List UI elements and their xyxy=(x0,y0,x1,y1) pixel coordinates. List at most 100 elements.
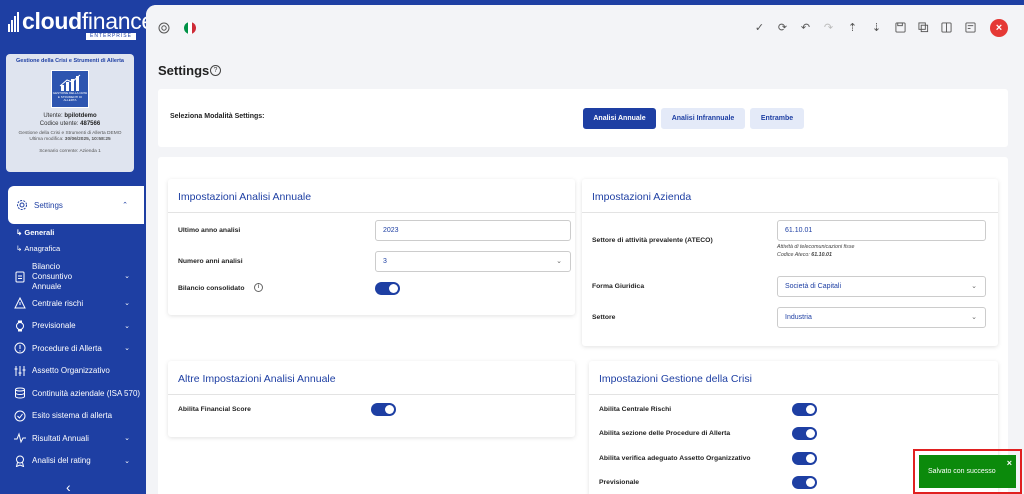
user-card-title: Gestione della Crisi e Strumenti di Alle… xyxy=(16,58,124,64)
collapse-sidebar-icon[interactable]: ‹ xyxy=(66,479,71,494)
last-edit-line: Ultima modifica: 30/06/2025, 10:58:25 xyxy=(29,137,111,142)
info-icon[interactable]: i xyxy=(254,283,263,292)
other-annual-card: Altre Impostazioni Analisi Annuale Abili… xyxy=(168,361,575,437)
user-code: 487566 xyxy=(80,120,101,127)
document-icon xyxy=(15,271,25,283)
layout-icon[interactable] xyxy=(964,22,977,35)
mode-panel: Seleziona Modalità Settings: Analisi Ann… xyxy=(158,89,1008,147)
mode-button-infra-annual[interactable]: Analisi Infrannuale xyxy=(661,108,745,129)
sidebar-item-centrale-rischi[interactable]: Centrale rischi ⌄ xyxy=(6,292,146,315)
sidebar-item-settings-open: Settings ⌃ xyxy=(8,186,144,224)
annual-settings-card: Impostazioni Analisi Annuale Ultimo anno… xyxy=(168,179,575,315)
page-title: Settings xyxy=(158,63,210,78)
help-icon[interactable]: ? xyxy=(210,65,221,76)
sidebar-item-esito[interactable]: Esito sistema di allerta xyxy=(6,405,146,428)
chevron-down-icon: ⌄ xyxy=(124,273,130,280)
close-icon[interactable]: × xyxy=(1007,447,1012,480)
mode-button-both[interactable]: Entrambe xyxy=(750,108,804,129)
centrale-rischi-toggle[interactable] xyxy=(792,403,817,416)
num-years-select[interactable]: 3 ⌄ xyxy=(375,251,571,272)
consolidated-label: Bilancio consolidato xyxy=(178,285,245,292)
previsionale-toggle[interactable] xyxy=(792,476,817,489)
last-year-input[interactable]: 2023 xyxy=(375,220,571,241)
sidebar-item-rating[interactable]: Analisi del rating ⌄ xyxy=(6,450,146,473)
legal-form-label: Forma Giuridica xyxy=(592,283,645,290)
assetto-toggle[interactable] xyxy=(792,452,817,465)
sidebar-item-settings-label: Settings xyxy=(34,200,63,210)
support-icon[interactable] xyxy=(157,22,170,35)
sidebar-item-risultati[interactable]: Risultati Annuali ⌄ xyxy=(6,427,146,450)
crisis-toggle-label: Abilita sezione delle Procedure di Aller… xyxy=(599,430,731,437)
legal-form-select[interactable]: Società di Capitali ⌄ xyxy=(777,276,986,297)
sidebar: cloudfinance ENTERPRISE Gestione della C… xyxy=(0,0,146,494)
last-edit: 30/06/2025, 10:58:25 xyxy=(64,137,111,142)
download-icon[interactable]: ⇣ xyxy=(870,22,883,35)
sidebar-item-label: Assetto Organizzativo xyxy=(32,366,110,376)
toast-highlight: Salvato con successo × xyxy=(913,449,1022,494)
chevron-down-icon: ⌄ xyxy=(556,258,562,265)
sidebar-item-assetto[interactable]: Assetto Organizzativo xyxy=(6,360,146,383)
ateco-code: 61.10.01 xyxy=(811,252,832,258)
sidebar-item-continuita[interactable]: Continuità aziendale (ISA 570) xyxy=(6,382,146,405)
split-view-icon[interactable] xyxy=(940,22,953,35)
undo-icon[interactable]: ↶ xyxy=(799,22,812,35)
company-settings-card: Impostazioni Azienda Settore di attività… xyxy=(582,179,998,346)
financial-score-toggle[interactable] xyxy=(371,403,396,416)
username: bpilotdemo xyxy=(64,112,97,119)
sidebar-item-procedure-allerta[interactable]: Procedure di Allerta ⌄ xyxy=(6,337,146,360)
sidebar-subitem-anagrafica[interactable]: ↳ Anagrafica xyxy=(6,240,146,256)
brand-name-bold: cloud xyxy=(22,8,82,34)
italian-flag-icon[interactable] xyxy=(184,22,196,34)
copy-icon[interactable] xyxy=(917,22,930,35)
sidebar-item-label: Bilancio Consuntivo Annuale xyxy=(32,262,73,291)
chevron-down-icon: ⌄ xyxy=(124,322,130,330)
chevron-down-icon: ⌄ xyxy=(971,283,977,290)
org-chart-icon xyxy=(14,365,26,376)
chevron-down-icon: ⌄ xyxy=(971,314,977,321)
num-years-label: Numero anni analisi xyxy=(178,258,243,265)
sidebar-item-label: Risultati Annuali xyxy=(32,433,89,443)
sidebar-item-settings[interactable]: Settings ⌃ xyxy=(8,186,144,224)
settings-panel: Impostazioni Analisi Annuale Ultimo anno… xyxy=(158,157,1008,494)
save-icon[interactable] xyxy=(894,22,907,35)
consolidated-toggle[interactable] xyxy=(375,282,400,295)
sidebar-item-label: Continuità aziendale (ISA 570) xyxy=(32,388,141,398)
sidebar-item-label: Centrale rischi xyxy=(32,298,84,308)
refresh-icon[interactable]: ⟳ xyxy=(776,22,789,35)
toolbar: ✓ ⟳ ↶ ↷ ⇡ ⇣ × xyxy=(146,5,1024,53)
mode-button-annual[interactable]: Analisi Annuale xyxy=(583,108,656,129)
crisis-toggle-label: Abilita verifica adeguato Assetto Organi… xyxy=(599,455,751,462)
user-card: Gestione della Crisi e Strumenti di Alle… xyxy=(6,54,134,172)
check-icon[interactable]: ✓ xyxy=(753,22,766,35)
cloudfinance-logo[interactable]: cloudfinance ENTERPRISE xyxy=(8,8,146,40)
chevron-down-icon: ⌄ xyxy=(124,300,130,308)
success-toast: Salvato con successo × xyxy=(919,455,1016,488)
logo-bars-icon xyxy=(8,10,19,32)
annual-settings-title: Impostazioni Analisi Annuale xyxy=(178,191,312,203)
sidebar-item-previsionale[interactable]: Previsionale ⌄ xyxy=(6,315,146,338)
sector-label: Settore xyxy=(592,314,616,321)
chevron-down-icon: ⌄ xyxy=(124,435,130,443)
brand-edition: ENTERPRISE xyxy=(86,33,136,40)
product-image: GESTIONE DELLA CRISI E STRUMENTI DI ALLE… xyxy=(51,69,89,108)
crisis-settings-title: Impostazioni Gestione della Crisi xyxy=(599,373,752,385)
chevron-up-icon: ⌃ xyxy=(122,202,128,209)
current-scenario: Scenario corrente: Azienda 1 xyxy=(39,148,101,154)
brand-name-light: finance xyxy=(81,8,146,34)
user-code-line: Codice utente: 487566 xyxy=(39,120,101,127)
alert-circle-icon xyxy=(14,342,26,354)
product-image-caption: GESTIONE DELLA CRISI E STRUMENTI DI ALLE… xyxy=(52,91,88,103)
close-button[interactable]: × xyxy=(990,19,1008,37)
sector-select[interactable]: Industria ⌄ xyxy=(777,307,986,328)
procedure-allerta-toggle[interactable] xyxy=(792,427,817,440)
sidebar-item-label: Analisi del rating xyxy=(32,456,91,466)
bar-chart-icon xyxy=(59,74,81,92)
ateco-description: Attività di telecomunicazioni fisse xyxy=(777,244,855,250)
upload-icon[interactable]: ⇡ xyxy=(846,22,859,35)
redo-icon[interactable]: ↷ xyxy=(822,22,835,35)
ateco-input[interactable]: 61.10.01 xyxy=(777,220,986,241)
sidebar-item-bilancio[interactable]: Bilancio Consuntivo Annuale ⌄ xyxy=(6,262,146,292)
last-year-label: Ultimo anno analisi xyxy=(178,227,241,234)
sidebar-item-label: Procedure di Allerta xyxy=(32,343,102,353)
sidebar-subitem-generali[interactable]: ↳ Generali xyxy=(6,224,146,240)
